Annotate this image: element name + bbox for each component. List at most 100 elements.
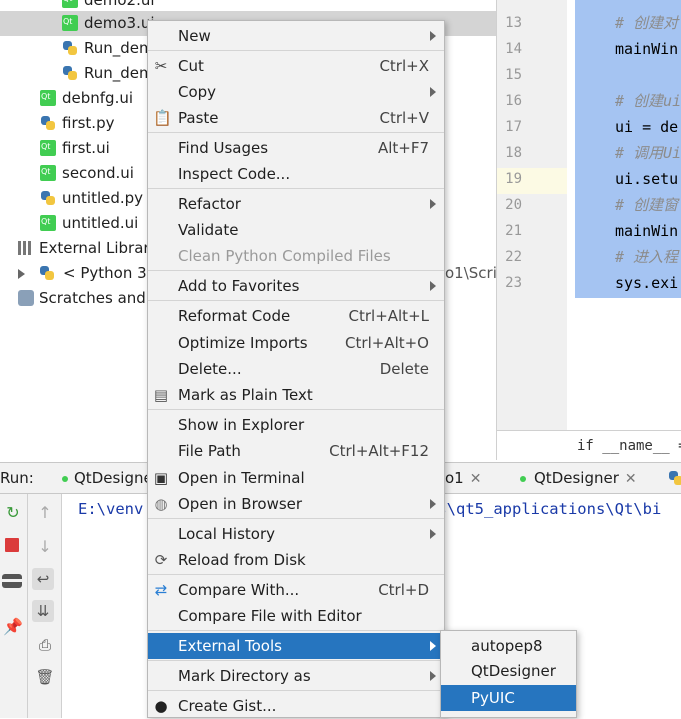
tab-qtdesigner-2[interactable]: QtDesigner ✕ [520, 463, 637, 493]
menu-item-label: Open in Browser [178, 495, 303, 513]
menu-separator [148, 660, 444, 661]
menu-item-clean-python-compiled-files: Clean Python Compiled Files [148, 243, 444, 269]
submenu-item-autopep8[interactable]: autopep8 [441, 633, 576, 659]
menu-item-new[interactable]: New [148, 23, 444, 49]
clipboard-icon: 📋 [153, 109, 172, 127]
soft-wrap-icon[interactable]: ↩ [32, 568, 54, 590]
qt-file-icon [40, 165, 56, 181]
tab-qtdesigner-1[interactable]: QtDesigne [62, 463, 153, 493]
pin-icon[interactable]: 📌 [3, 616, 25, 638]
close-icon[interactable]: ✕ [470, 471, 482, 487]
submenu-item-label: autopep8 [471, 637, 543, 655]
globe-icon: ◍ [154, 495, 168, 513]
line-number: 22 [505, 249, 522, 265]
run-tools-toolbar: ↑ ↓ ↩ ⇊ ⎙ 🗑 [28, 494, 62, 718]
menu-item-mark-as-plain-text[interactable]: ▤ Mark as Plain Text [148, 382, 444, 408]
line-number: 23 [505, 275, 522, 291]
python-file-icon [62, 65, 78, 81]
submenu-arrow-icon [430, 671, 436, 681]
menu-separator [148, 188, 444, 189]
menu-item-label: Copy [178, 83, 217, 101]
menu-item-mark-directory-as[interactable]: Mark Directory as [148, 663, 444, 689]
line-number: 16 [505, 93, 522, 109]
menu-item-validate[interactable]: Validate [148, 217, 444, 243]
close-icon[interactable]: ✕ [625, 471, 637, 487]
down-arrow-icon[interactable]: ↓ [34, 536, 56, 558]
menu-separator [148, 574, 444, 575]
tab-demo1[interactable]: o1 ✕ [445, 463, 481, 493]
context-menu: New ✂ Cut Ctrl+X Copy 📋 Paste Ctrl+V Find Usages… [147, 20, 445, 718]
menu-item-external-tools[interactable]: External Tools [148, 633, 444, 659]
layout-icon[interactable] [2, 574, 22, 588]
reload-icon: ⟳ [154, 551, 168, 569]
menu-item-create-gist[interactable]: ● Create Gist... [148, 693, 444, 719]
menu-separator [148, 630, 444, 631]
menu-item-reload-from-disk[interactable]: ⟳ Reload from Disk [148, 547, 444, 573]
menu-item-label: External Tools [178, 637, 282, 655]
external-tools-submenu: autopep8 QtDesigner PyUIC [440, 630, 577, 718]
menu-item-paste[interactable]: 📋 Paste Ctrl+V [148, 105, 444, 131]
library-icon [18, 241, 32, 255]
submenu-arrow-icon [430, 281, 436, 291]
run-label: Run: [0, 469, 34, 487]
submenu-item-qtdesigner[interactable]: QtDesigner [441, 658, 576, 684]
stop-icon[interactable] [5, 538, 19, 552]
up-arrow-icon[interactable]: ↑ [34, 502, 56, 524]
submenu-item-pyuic[interactable]: PyUIC [441, 685, 576, 711]
menu-separator [148, 690, 444, 691]
menu-item-inspect-code[interactable]: Inspect Code... [148, 161, 444, 187]
tree-path-text: o1\Scri [445, 264, 497, 282]
rerun-icon[interactable]: ↻ [2, 502, 24, 524]
expand-arrow-icon[interactable] [18, 269, 25, 279]
menu-item-label: Show in Explorer [178, 416, 305, 434]
menu-item-compare-file-with-editor[interactable]: Compare File with Editor [148, 603, 444, 629]
menu-item-find-usages[interactable]: Find Usages Alt+F7 [148, 135, 444, 161]
menu-item-label: Delete... [178, 360, 242, 378]
qt-file-icon [40, 215, 56, 231]
menu-item-show-in-explorer[interactable]: Show in Explorer [148, 412, 444, 438]
submenu-arrow-icon [430, 499, 436, 509]
menu-item-label: Cut [178, 57, 204, 75]
menu-item-copy[interactable]: Copy [148, 79, 444, 105]
menu-item-add-to-favorites[interactable]: Add to Favorites [148, 273, 444, 299]
python-console-icon[interactable] [668, 470, 681, 486]
submenu-arrow-icon [430, 31, 436, 41]
menu-item-refactor[interactable]: Refactor [148, 191, 444, 217]
menu-item-label: New [178, 27, 211, 45]
editor-breadcrumb[interactable]: if __name__ == [497, 430, 681, 460]
submenu-arrow-icon [430, 199, 436, 209]
line-number: 21 [505, 223, 522, 239]
menu-item-shortcut: Ctrl+X [379, 57, 429, 75]
menu-item-open-in-terminal[interactable]: ▣ Open in Terminal [148, 465, 444, 491]
python-file-icon [40, 115, 56, 131]
menu-item-optimize-imports[interactable]: Optimize Imports Ctrl+Alt+O [148, 330, 444, 356]
menu-item-label: File Path [178, 442, 241, 460]
menu-separator [148, 50, 444, 51]
menu-item-shortcut: Ctrl+Alt+F12 [329, 442, 429, 460]
menu-item-shortcut: Delete [379, 360, 429, 378]
scroll-to-end-icon[interactable]: ⇊ [32, 600, 54, 622]
qt-file-icon [40, 140, 56, 156]
run-config-icon [62, 475, 68, 482]
trash-icon[interactable]: 🗑 [34, 666, 56, 688]
print-icon[interactable]: ⎙ [34, 634, 56, 656]
menu-item-delete[interactable]: Delete... Delete [148, 356, 444, 382]
menu-item-file-path[interactable]: File Path Ctrl+Alt+F12 [148, 438, 444, 464]
python-file-icon [39, 265, 55, 281]
menu-separator [148, 518, 444, 519]
plain-text-icon: ▤ [153, 386, 169, 404]
run-left-toolbar: ↻ 📌 [0, 494, 28, 718]
qt-file-icon [62, 0, 78, 8]
submenu-arrow-icon [430, 529, 436, 539]
run-config-icon [520, 475, 526, 482]
scratch-icon [18, 290, 34, 306]
menu-item-local-history[interactable]: Local History [148, 521, 444, 547]
menu-separator [148, 132, 444, 133]
menu-item-label: Create Gist... [178, 697, 277, 715]
menu-item-cut[interactable]: ✂ Cut Ctrl+X [148, 53, 444, 79]
menu-item-label: Paste [178, 109, 219, 127]
menu-item-compare-with[interactable]: ⇄ Compare With... Ctrl+D [148, 577, 444, 603]
menu-item-reformat-code[interactable]: Reformat Code Ctrl+Alt+L [148, 303, 444, 329]
code-line: # 创建窗 [615, 196, 679, 214]
menu-item-open-in-browser[interactable]: ◍ Open in Browser [148, 491, 444, 517]
